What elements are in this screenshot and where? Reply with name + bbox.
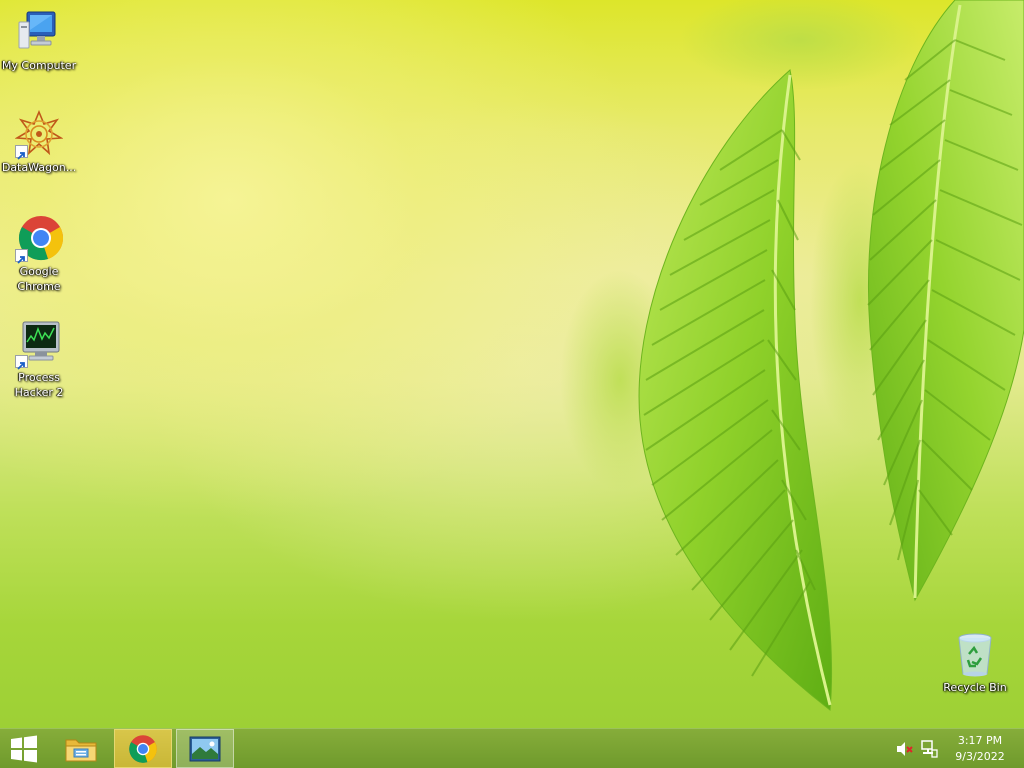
start-button[interactable]: [0, 729, 48, 768]
wallpaper-leaves: [560, 0, 1024, 711]
desktop-icon-my-computer[interactable]: My Computer: [0, 8, 78, 73]
chrome-icon: [15, 214, 64, 264]
volume-muted-icon[interactable]: [896, 741, 914, 757]
shortcut-arrow-icon: [15, 145, 28, 160]
shortcut-arrow-icon: [15, 355, 28, 370]
chrome-icon: [129, 734, 157, 763]
desktop-icon-recycle-bin[interactable]: Recycle Bin: [936, 630, 1014, 695]
desktop-icon-label: My Computer: [1, 59, 77, 72]
taskbar-chrome-button[interactable]: [114, 729, 172, 768]
taskbar: 3:17 PM 9/3/2022: [0, 728, 1024, 768]
desktop[interactable]: My Computer DataWagon... Google Chrome P…: [0, 0, 1024, 728]
photo-viewer-icon: [189, 736, 221, 761]
desktop-icon-datawagon[interactable]: DataWagon...: [0, 109, 78, 175]
recycle-bin-icon: [951, 630, 999, 678]
shortcut-arrow-icon: [15, 249, 28, 264]
process-hacker-icon: [15, 320, 63, 370]
desktop-icon-process-hacker[interactable]: Process Hacker 2: [0, 320, 78, 400]
desktop-icon-label: Process Hacker 2: [14, 371, 64, 399]
network-icon[interactable]: [920, 740, 938, 758]
taskbar-file-explorer-button[interactable]: [54, 729, 108, 768]
windows-logo-icon: [11, 735, 37, 762]
desktop-icon-label: DataWagon...: [1, 161, 77, 174]
clock-date: 9/3/2022: [955, 750, 1005, 763]
datawagon-icon: [14, 109, 64, 160]
desktop-icon-google-chrome[interactable]: Google Chrome: [0, 214, 78, 294]
desktop-icon-label: Google Chrome: [17, 265, 61, 293]
clock-time: 3:17 PM: [957, 734, 1003, 747]
taskbar-clock[interactable]: 3:17 PM 9/3/2022: [944, 733, 1016, 765]
file-explorer-icon: [65, 739, 97, 761]
desktop-icon-label: Recycle Bin: [943, 681, 1007, 694]
taskbar-photo-viewer-button[interactable]: [176, 729, 234, 768]
computer-icon: [15, 8, 63, 56]
